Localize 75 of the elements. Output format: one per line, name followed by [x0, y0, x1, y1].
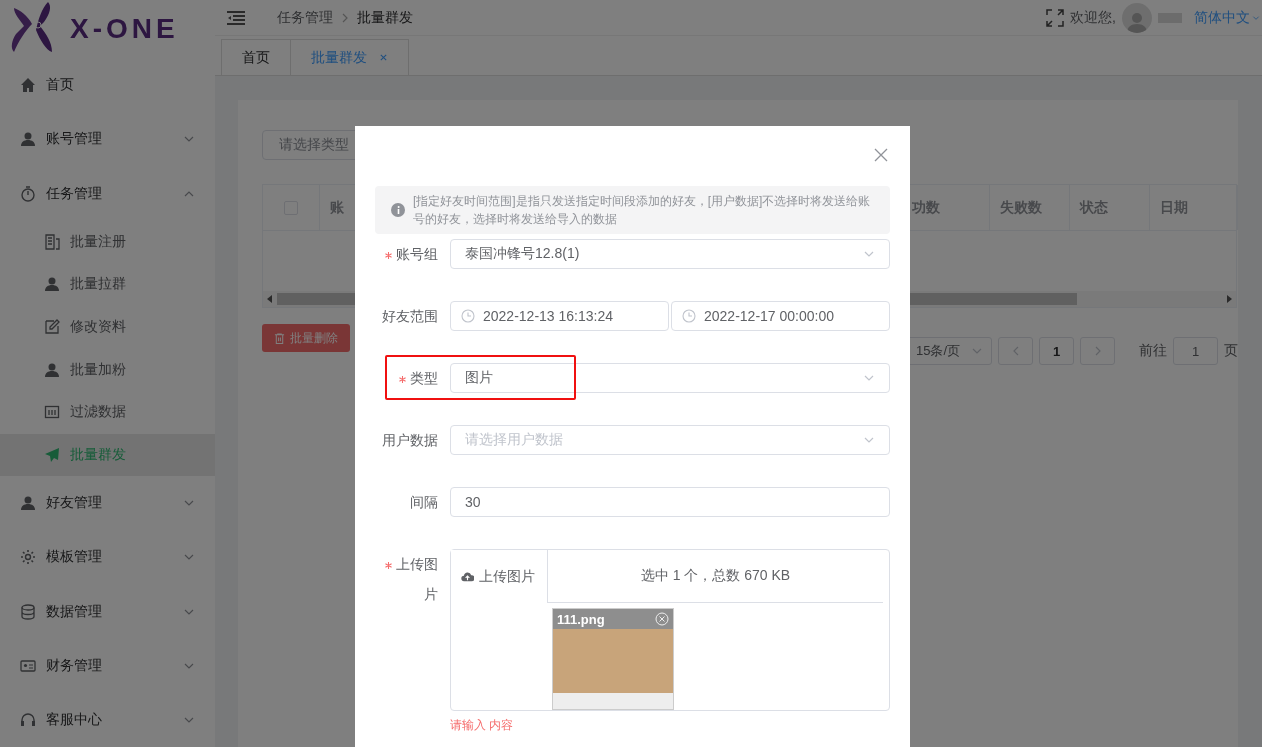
sidebar-item[interactable]: 好友管理	[0, 476, 215, 531]
goto-label: 前往	[1139, 342, 1167, 360]
edit-icon	[44, 319, 60, 336]
alert-text: [指定好友时间范围]是指只发送指定时间段添加的好友，[用户数据]不选择时将发送给账号的好友，选择时将发送给导入的数据	[413, 193, 872, 228]
user-icon	[20, 131, 36, 148]
chevron-down-icon	[1252, 13, 1260, 22]
select-field[interactable]: 图片	[450, 363, 890, 393]
avatar[interactable]	[1122, 2, 1152, 33]
file-name: 111.png	[557, 611, 605, 627]
page-button[interactable]: 1	[1039, 337, 1074, 365]
menu-icon	[227, 10, 245, 25]
chevron-right-icon	[341, 12, 349, 23]
delete-button[interactable]: 批量删除	[262, 324, 350, 352]
stopwatch-icon	[20, 185, 36, 202]
sidebar-item[interactable]: 批量注册	[0, 220, 215, 264]
error-text: 请输入 内容	[450, 717, 515, 734]
select-field[interactable]: 泰国冲锋号12.8(1)	[450, 239, 890, 269]
chevron-right-icon	[1093, 346, 1102, 356]
sidebar-item[interactable]: 财务管理	[0, 638, 215, 693]
page-tab[interactable]: 首页	[221, 39, 291, 75]
sidebar-item[interactable]: 批量加粉	[0, 348, 215, 391]
field-label: 间隔	[409, 493, 439, 512]
page-suffix: 页	[1224, 342, 1238, 360]
settings-icon	[20, 549, 36, 566]
sidebar-item[interactable]: 任务管理	[0, 166, 215, 221]
date-field[interactable]: 2022-12-13 16:13:24	[450, 301, 669, 331]
field-label: 好友范围	[381, 307, 439, 326]
sidebar-item[interactable]: 过滤数据	[0, 390, 215, 434]
sidebar-item[interactable]: 模板管理	[0, 530, 215, 585]
trash-icon	[274, 332, 285, 344]
paper-plane-icon	[44, 446, 60, 463]
info-icon	[391, 203, 405, 217]
breadcrumb-item: 批量群发	[357, 8, 413, 27]
goto-page-field[interactable]: 1	[1173, 337, 1218, 365]
breadcrumb-item[interactable]: 任务管理	[277, 8, 333, 27]
field-label: 类型	[375, 363, 450, 393]
required-asterisk-icon	[399, 376, 406, 383]
sidebar-item[interactable]: 批量拉群	[0, 263, 215, 306]
field-label: 上传图片	[375, 549, 450, 609]
clock-icon	[682, 309, 696, 323]
clock-icon	[461, 309, 475, 323]
close-icon	[379, 53, 388, 62]
sidebar-item[interactable]: 客服中心	[0, 692, 215, 747]
document-list-icon	[44, 233, 60, 250]
previous-page-button[interactable]	[998, 337, 1033, 365]
upload-button[interactable]: 上传图片	[451, 550, 548, 603]
chevron-left-icon	[1011, 346, 1020, 356]
upload-summary: 选中 1 个，总数 670 KB	[548, 550, 883, 603]
input-field[interactable]: 30	[450, 487, 890, 517]
database-icon	[20, 603, 36, 620]
sidebar-item[interactable]: 数据管理	[0, 584, 215, 639]
home-icon	[20, 77, 36, 94]
user-icon	[20, 495, 36, 512]
data-box-icon	[44, 404, 60, 421]
close-icon[interactable]	[874, 148, 888, 162]
welcome-text: 欢迎您,	[1070, 8, 1116, 27]
logo-text: X-ONE	[70, 13, 179, 46]
remove-icon[interactable]	[655, 612, 669, 626]
sidebar-item[interactable]: 修改资料	[0, 305, 215, 349]
field-label: 账号组	[375, 239, 450, 269]
cloud-upload-icon	[461, 570, 474, 583]
scroll-left-icon	[267, 295, 273, 303]
id-card-icon	[20, 657, 36, 674]
user-icon	[44, 361, 60, 378]
date-field[interactable]: 2022-12-17 00:00:00	[671, 301, 890, 331]
next-page-button[interactable]	[1080, 337, 1115, 365]
field-label: 用户数据	[381, 431, 439, 450]
fullscreen-icon	[1046, 8, 1065, 27]
user-icon	[44, 276, 60, 293]
scroll-right-icon	[1226, 295, 1232, 303]
sidebar-item[interactable]: 首页	[0, 58, 215, 113]
required-asterisk-icon	[385, 252, 392, 259]
headset-icon	[20, 711, 36, 728]
sidebar-item[interactable]: 账号管理	[0, 112, 215, 167]
required-asterisk-icon	[385, 562, 392, 569]
